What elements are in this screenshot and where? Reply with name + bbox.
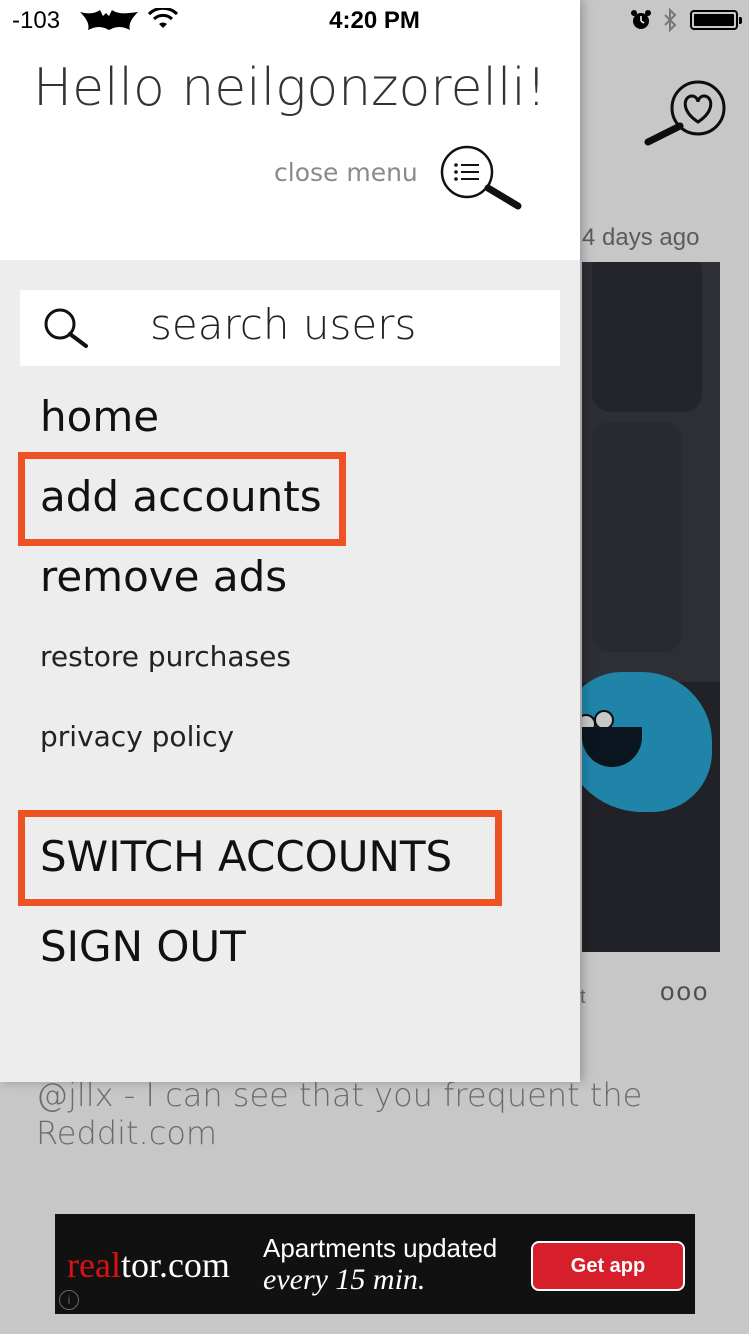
highlight-box-add-accounts [18,452,346,546]
highlight-box-switch-accounts [18,810,502,906]
menu-item-home[interactable]: home [40,392,159,441]
status-bar: -103 4:20 PM [0,0,749,40]
close-menu-label[interactable]: close menu [274,158,418,187]
get-app-button[interactable]: Get app [531,1241,685,1291]
search-icon [44,308,88,348]
alarm-icon [631,10,651,29]
search-placeholder: search users [150,300,417,349]
menu-item-privacy-policy[interactable]: privacy policy [40,720,234,753]
search-users-field[interactable]: search users [20,290,560,366]
menu-search-icon[interactable] [438,142,524,212]
menu-item-remove-ads[interactable]: remove ads [40,552,287,601]
bluetooth-icon [664,8,677,32]
battery-icon [690,10,742,30]
side-menu-drawer: Hello neilgonzorelli! close menu search … [0,0,580,1082]
greeting-title: Hello neilgonzorelli! [33,58,547,118]
ad-info-icon[interactable]: i [59,1290,79,1310]
ad-banner[interactable]: realtor.com Apartments updated every 15 … [55,1214,695,1314]
menu-item-restore-purchases[interactable]: restore purchases [40,640,291,673]
ad-logo: realtor.com [67,1245,230,1285]
menu-item-sign-out[interactable]: SIGN OUT [40,922,246,971]
ad-text: Apartments updated every 15 min. [263,1233,498,1296]
